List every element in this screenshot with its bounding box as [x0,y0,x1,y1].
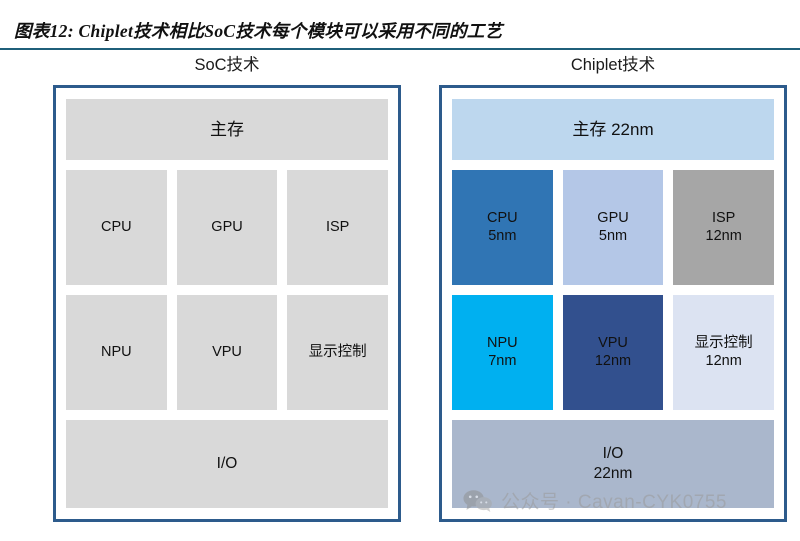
page-title: 图表12: Chiplet技术相比SoC技术每个模块可以采用不同的工艺 [14,21,503,41]
chiplet-block-cpu-label: CPU [487,209,518,226]
soc-block-vpu-label: VPU [212,344,242,361]
soc-block-io[interactable]: I/O [66,419,388,509]
panel-chiplet-heading: Chiplet技术 [570,56,656,74]
soc-block-cpu-label: CPU [101,219,132,236]
soc-memory-row: 主存 [66,99,388,160]
chiplet-block-vpu-label: VPU [598,334,628,351]
chiplet-memory-row: 主存 22nm [452,99,774,160]
soc-block-main-memory[interactable]: 主存 [66,99,388,160]
chiplet-io-row: I/O 22nm [452,419,774,509]
chiplet-block-isp-node: 12nm [705,228,742,245]
diagram-panels: SoC技术 主存 CPU GPU ISP NPU VPU 显示控制 I/O Ch… [0,56,800,541]
soc-block-main-memory-label: 主存 [210,119,244,139]
chiplet-block-display-controller-node: 12nm [705,353,742,370]
chiplet-block-vpu[interactable]: VPU 12nm [562,294,664,410]
soc-block-io-label: I/O [216,455,238,473]
soc-block-vpu[interactable]: VPU [176,294,278,410]
chiplet-block-gpu-label: GPU [597,209,629,226]
chiplet-block-main-memory[interactable]: 主存 22nm [452,99,774,160]
chiplet-compute-row-1: CPU 5nm GPU 5nm ISP 12nm [452,169,775,285]
chiplet-block-npu-label: NPU [487,334,518,351]
chiplet-block-isp[interactable]: ISP 12nm [673,169,775,285]
soc-block-gpu-label: GPU [211,219,243,236]
chiplet-compute-row-2: NPU 7nm VPU 12nm 显示控制 12nm [452,294,775,410]
soc-block-npu-label: NPU [101,344,132,361]
panel-chiplet: Chiplet技术 主存 22nm CPU 5nm GPU 5nm ISP 12… [400,56,800,523]
chiplet-block-vpu-node: 12nm [594,353,632,370]
chiplet-block-io-node: 22nm [593,464,633,482]
panel-soc-box: 主存 CPU GPU ISP NPU VPU 显示控制 I/O [53,85,401,523]
chiplet-block-main-memory-label: 主存 22nm [572,119,654,139]
chiplet-block-gpu[interactable]: GPU 5nm [562,169,664,285]
soc-block-display-controller[interactable]: 显示控制 [287,294,389,410]
soc-block-isp[interactable]: ISP [287,169,389,285]
soc-io-row: I/O [66,419,388,509]
soc-block-gpu[interactable]: GPU [176,169,278,285]
chiplet-block-gpu-node: 5nm [598,228,628,245]
soc-block-npu[interactable]: NPU [66,294,167,410]
title-divider [0,48,800,50]
soc-block-isp-label: ISP [325,219,350,236]
chiplet-block-cpu[interactable]: CPU 5nm [452,169,553,285]
chiplet-block-display-controller-label: 显示控制 [694,334,753,351]
panel-soc-heading: SoC技术 [194,56,260,74]
soc-compute-row-2: NPU VPU 显示控制 [66,294,389,410]
soc-block-display-controller-label: 显示控制 [308,344,367,361]
panel-soc: SoC技术 主存 CPU GPU ISP NPU VPU 显示控制 I/O [0,56,401,523]
chiplet-block-isp-label: ISP [711,209,736,226]
soc-block-cpu[interactable]: CPU [66,169,167,285]
panel-chiplet-box: 主存 22nm CPU 5nm GPU 5nm ISP 12nm NPU 7nm… [439,85,787,523]
chiplet-block-display-controller[interactable]: 显示控制 12nm [673,294,775,410]
chiplet-block-npu[interactable]: NPU 7nm [452,294,553,410]
chiplet-block-io[interactable]: I/O 22nm [452,419,774,509]
chiplet-block-io-label: I/O [602,445,624,463]
chiplet-block-cpu-node: 5nm [488,228,517,245]
chiplet-block-npu-node: 7nm [488,353,517,370]
soc-compute-row-1: CPU GPU ISP [66,169,389,285]
